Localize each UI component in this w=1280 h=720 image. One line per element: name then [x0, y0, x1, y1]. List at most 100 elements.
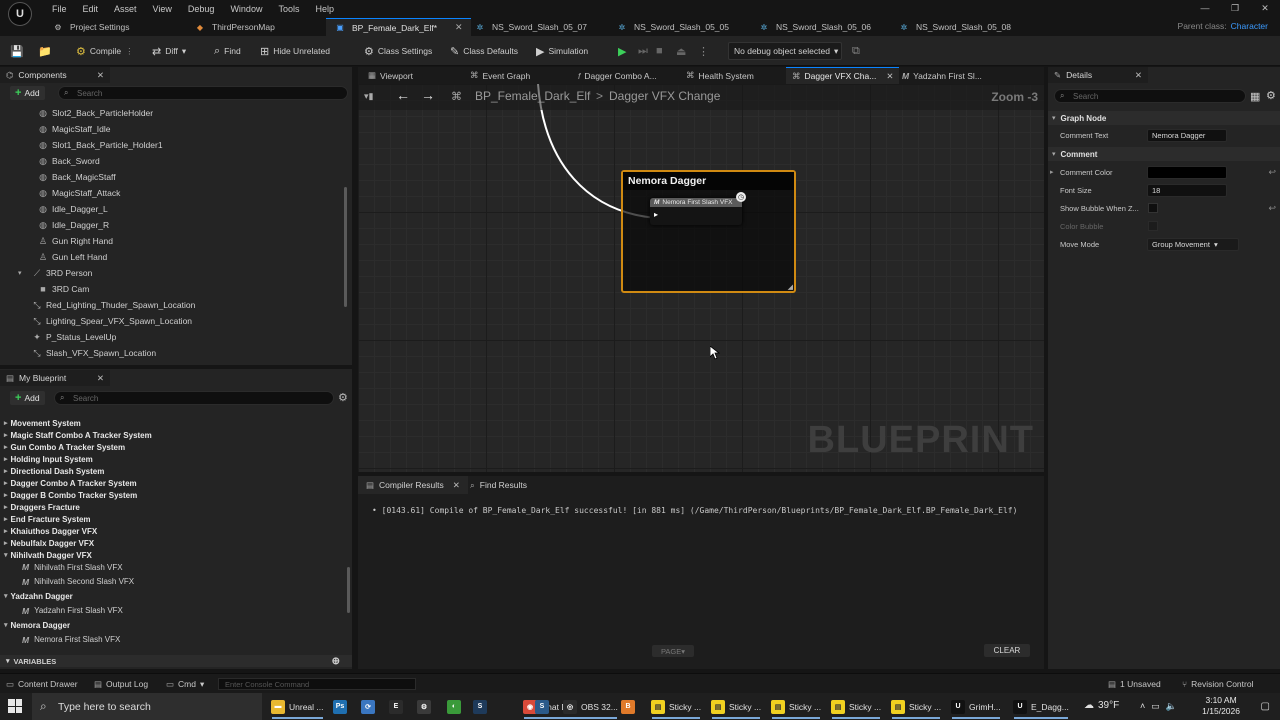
breadcrumb-root[interactable]: BP_Female_Dark_Elf — [475, 89, 590, 103]
taskbar-app[interactable]: ⟳ — [358, 694, 378, 719]
tab-dagger-vfx-change[interactable]: ⌘ Dagger VFX Cha... ✕ — [786, 67, 900, 84]
windows-start-icon[interactable] — [8, 699, 22, 713]
chevron-right-icon[interactable]: ▸ — [4, 539, 8, 547]
comment-text-field[interactable]: Nemora Dagger — [1147, 128, 1227, 142]
bookmark-icon[interactable]: ▾▮ — [364, 91, 373, 102]
chevron-down-icon[interactable]: ▾ — [18, 269, 22, 277]
settings-gear-icon[interactable]: ⚙ — [1266, 89, 1276, 102]
compile-options-icon[interactable]: ⋮ — [125, 46, 134, 57]
macro-item[interactable]: M Yadzahn First Slash VFX — [22, 605, 123, 617]
chevron-right-icon[interactable]: ▸ — [4, 419, 8, 427]
close-icon[interactable]: ✕ — [1250, 0, 1280, 16]
output-log-button[interactable]: ▤ Output Log — [94, 678, 148, 690]
variables-section[interactable]: ▾ VARIABLES ⊕ — [0, 655, 352, 667]
notifications-icon[interactable]: ▢ — [1261, 701, 1270, 712]
category-item[interactable]: ▸ Magic Staff Combo A Tracker System — [4, 429, 152, 441]
taskbar-search-input[interactable]: ⌕ Type here to search — [32, 693, 262, 720]
component-item[interactable]: ◍ Back_Sword — [38, 153, 100, 169]
close-tab-icon[interactable]: ✕ — [453, 480, 460, 491]
category-item[interactable]: ▸ Movement System — [4, 417, 81, 429]
chevron-right-icon[interactable]: ▸ — [4, 515, 8, 523]
play-button[interactable]: ▶ — [618, 43, 626, 59]
resize-handle-icon[interactable]: ◢ — [788, 283, 793, 291]
tab-viewport[interactable]: ▦ Viewport — [362, 67, 419, 84]
revision-control-button[interactable]: ⑂ Revision Control — [1182, 678, 1253, 690]
menu-asset[interactable]: Asset — [106, 2, 145, 16]
graph-canvas[interactable]: ▾▮ ← → ⌘ BP_Female_Dark_Elf > Dagger VFX… — [358, 84, 1044, 472]
tab-event-graph[interactable]: ⌘ Event Graph — [464, 67, 536, 84]
section-comment[interactable]: ▾ Comment — [1048, 147, 1280, 161]
chevron-right-icon[interactable]: ▸ — [4, 431, 8, 439]
chevron-up-icon[interactable]: ˄ — [1140, 701, 1145, 712]
tab-ns-sword-slash-05-06[interactable]: ✲ NS_Sword_Slash_05_06 — [750, 18, 879, 36]
hide-unrelated-button[interactable]: ⊞ Hide Unrelated — [260, 43, 330, 59]
macro-item[interactable]: M Nihilvath First Slash VFX — [22, 561, 123, 573]
tab-compiler-results[interactable]: ▤ Compiler Results ✕ — [358, 476, 468, 494]
settings-gear-icon[interactable]: ⚙ — [338, 391, 348, 404]
components-tab[interactable]: ⌬ Components ✕ — [0, 67, 110, 83]
component-item[interactable]: ■ 3RD Cam — [38, 281, 89, 297]
network-icon[interactable]: ▭ — [1151, 701, 1160, 712]
component-item[interactable]: ♙ Gun Left Hand — [38, 249, 107, 265]
tab-find-results[interactable]: ⌕ Find Results — [462, 476, 535, 494]
tab-dagger-combo-a[interactable]: f Dagger Combo A... — [572, 67, 663, 84]
taskbar-app[interactable]: B — [618, 694, 638, 719]
minimize-icon[interactable]: — — [1190, 0, 1220, 16]
simulation-button[interactable]: ▶ Simulation — [536, 43, 588, 59]
find-button[interactable]: ⌕ Find — [214, 43, 241, 59]
component-item[interactable]: ▾ ⟋ 3RD Person — [18, 265, 92, 281]
taskbar-app[interactable]: ▬ Unreal ... — [268, 694, 327, 719]
add-component-button[interactable]: + Add — [10, 86, 45, 100]
add-member-button[interactable]: + Add — [10, 391, 45, 405]
category-item[interactable]: ▾ Yadzahn Dagger — [4, 590, 73, 602]
component-item[interactable]: ⤡ Lighting_Spear_VFX_Spawn_Location — [32, 313, 192, 329]
category-item[interactable]: ▸ End Fracture System — [4, 513, 91, 525]
menu-debug[interactable]: Debug — [180, 2, 223, 16]
save-icon[interactable]: 💾 — [10, 43, 24, 59]
component-item[interactable]: ◍ Slot1_Back_Particle_Holder1 — [38, 137, 163, 153]
taskbar-app[interactable]: ▤ Sticky ... — [888, 694, 944, 719]
clear-button[interactable]: CLEAR — [984, 644, 1030, 657]
close-tab-icon[interactable]: ✕ — [886, 71, 893, 82]
chevron-right-icon[interactable]: ▸ — [4, 503, 8, 511]
debug-object-select[interactable]: No debug object selected ▾ — [728, 42, 842, 60]
component-item[interactable]: ⤡ Red_Lighting_Thuder_Spawn_Location — [32, 297, 195, 313]
component-item[interactable]: ◍ MagicStaff_Idle — [38, 121, 110, 137]
weather-widget[interactable]: ☁ 39°F — [1084, 700, 1119, 711]
restore-icon[interactable]: ❐ — [1220, 0, 1250, 16]
component-item[interactable]: ◍ MagicStaff_Attack — [38, 185, 120, 201]
chevron-right-icon[interactable]: ▸ — [4, 479, 8, 487]
content-drawer-button[interactable]: ▭ Content Drawer — [6, 678, 78, 690]
taskbar-app[interactable]: ▤ Sticky ... — [768, 694, 824, 719]
chevron-right-icon[interactable]: ▸ — [4, 443, 8, 451]
tab-yadzahn-first-slash[interactable]: M Yadzahn First Sl... — [896, 67, 988, 84]
taskbar-app[interactable]: S — [532, 694, 552, 719]
comment-title[interactable]: Nemora Dagger — [623, 172, 794, 190]
taskbar-app[interactable]: ▤ Sticky ... — [708, 694, 764, 719]
section-graph-node[interactable]: ▾ Graph Node — [1048, 111, 1280, 125]
tab-ns-sword-slash-05-05[interactable]: ✲ NS_Sword_Slash_05_05 — [608, 18, 737, 36]
category-item[interactable]: ▾ Nihilvath Dagger VFX — [4, 549, 92, 561]
class-settings-button[interactable]: ⚙ Class Settings — [364, 43, 432, 59]
category-item[interactable]: ▸ Draggers Fracture — [4, 501, 80, 513]
function-call-node[interactable]: M Nemora First Slash VFX ▸ ◷ — [650, 192, 746, 225]
cmd-select[interactable]: ▭ Cmd ▾ — [166, 678, 204, 690]
component-item[interactable]: ◍ Idle_Dagger_R — [38, 217, 109, 233]
menu-file[interactable]: File — [44, 2, 75, 16]
category-item[interactable]: ▸ Nebulfalx Dagger VFX — [4, 537, 94, 549]
chevron-right-icon[interactable]: ▸ — [4, 491, 8, 499]
component-item[interactable]: ✦ P_Status_LevelUp — [32, 329, 116, 345]
step-button[interactable]: ⏭ — [638, 43, 648, 59]
taskbar-app[interactable]: ◎ OBS 32... — [560, 694, 621, 719]
stop-button[interactable]: ■ — [656, 43, 663, 59]
close-panel-icon[interactable]: ✕ — [97, 70, 104, 81]
debug-browse-icon[interactable]: ⧉ — [852, 43, 860, 59]
compile-button[interactable]: ⚙ Compile ⋮ — [76, 43, 134, 59]
show-bubble-checkbox[interactable] — [1148, 203, 1158, 213]
category-item[interactable]: ▸ Dagger Combo A Tracker System — [4, 477, 137, 489]
tab-project-settings[interactable]: ⚙ Project Settings — [44, 18, 138, 36]
move-mode-select[interactable]: Group Movement ▾ — [1147, 237, 1239, 251]
taskbar-app[interactable]: Ps — [330, 694, 350, 719]
class-defaults-button[interactable]: ✎ Class Defaults — [450, 43, 518, 59]
reset-arrow-icon[interactable]: ↩ — [1268, 167, 1276, 178]
